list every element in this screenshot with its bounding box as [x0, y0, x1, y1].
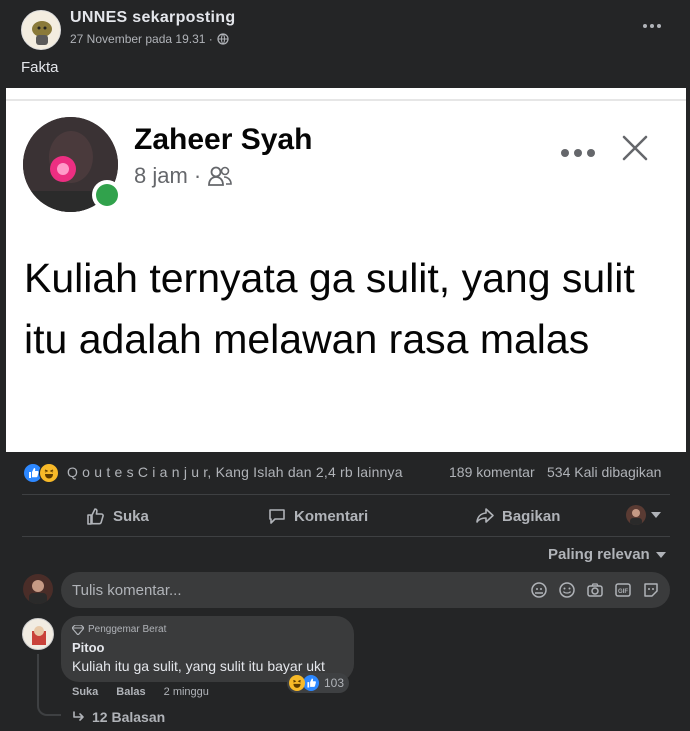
diamond-badge-icon	[72, 624, 84, 635]
comment-label: Komentari	[294, 507, 369, 525]
comment-time[interactable]: 2 minggu	[164, 686, 209, 698]
sticker-icon[interactable]	[642, 581, 660, 599]
emoji-icon[interactable]	[558, 581, 576, 599]
comment-author[interactable]: Pitoo	[72, 640, 105, 655]
post-as-selector[interactable]	[626, 505, 661, 525]
haha-reaction-icon	[39, 463, 59, 483]
post-menu-button[interactable]	[638, 16, 666, 36]
comments-count[interactable]: 189 komentar	[449, 464, 535, 480]
friends-icon	[208, 166, 233, 186]
commenter-avatar[interactable]	[22, 618, 54, 650]
embedded-more-icon	[560, 145, 596, 163]
reply-arrow-icon	[73, 711, 84, 721]
sort-chevron-icon	[655, 551, 666, 558]
embedded-post-text: Kuliah ternyata ga sulit, yang sulit itu…	[24, 255, 635, 362]
top-fan-badge: Penggemar Berat	[72, 624, 166, 635]
comment-reply-link[interactable]: Balas	[116, 686, 145, 698]
view-replies-link[interactable]: 12 Balasan	[72, 709, 165, 725]
comment-like-link[interactable]: Suka	[72, 686, 98, 698]
page-logo-icon	[32, 21, 52, 45]
gif-icon[interactable]: GIF	[614, 581, 632, 599]
sort-label: Paling relevan	[548, 546, 650, 563]
composer-avatar[interactable]	[23, 574, 53, 604]
svg-text:GIF: GIF	[618, 589, 628, 595]
like-button[interactable]: Suka	[86, 504, 149, 528]
page-name[interactable]: UNNES sekarposting	[70, 9, 235, 27]
embedded-close-icon	[622, 135, 648, 166]
avatar-sticker-icon[interactable]	[530, 581, 548, 599]
share-arrow-icon	[476, 508, 494, 523]
replies-count-label: 12 Balasan	[92, 709, 166, 725]
post-caption: Fakta	[21, 59, 59, 76]
comment-sort-dropdown[interactable]: Paling relevan	[548, 546, 666, 563]
actions-top-divider	[22, 494, 670, 495]
camera-icon[interactable]	[586, 581, 604, 599]
actions-bottom-divider	[22, 536, 670, 537]
comment-input[interactable]: Tulis komentar... GIF	[61, 572, 670, 608]
chevron-down-icon	[651, 512, 661, 518]
page-avatar[interactable]	[21, 10, 61, 50]
shares-count[interactable]: 534 Kali dibagikan	[547, 464, 661, 480]
comment-actions: Suka Balas 2 minggu	[72, 686, 209, 698]
embedded-time: 8 jam ·	[134, 163, 202, 188]
reply-thread-line	[37, 654, 61, 716]
badge-label: Penggemar Berat	[88, 624, 167, 635]
comment-haha-icon	[289, 675, 305, 691]
comment-reaction-count: 103	[324, 676, 345, 690]
comment-input-placeholder: Tulis komentar...	[72, 582, 182, 599]
embedded-post-meta: 8 jam ·	[134, 163, 233, 189]
embedded-post-image[interactable]: Zaheer Syah 8 jam · Kuliah ternyata ga s…	[6, 88, 686, 452]
current-user-avatar-small	[626, 505, 646, 525]
embed-top-border	[6, 99, 686, 101]
comment-button[interactable]: Komentari	[267, 504, 368, 528]
thumbs-up-icon	[87, 508, 104, 525]
comment-text: Kuliah itu ga sulit, yang sulit itu baya…	[72, 658, 325, 674]
like-label: Suka	[113, 507, 149, 525]
more-horizontal-icon	[643, 24, 661, 28]
globe-icon	[217, 33, 229, 45]
online-status-dot	[92, 180, 122, 210]
comment-icon	[269, 509, 285, 524]
timestamp-text: 27 November pada 19.31 ·	[70, 32, 213, 46]
reaction-icons[interactable]	[23, 463, 63, 483]
comment-like-icon	[303, 675, 319, 691]
post-timestamp[interactable]: 27 November pada 19.31 ·	[70, 32, 229, 46]
embedded-author-name: Zaheer Syah	[134, 123, 313, 156]
comment-reaction-pill[interactable]: 103	[287, 673, 350, 693]
share-label: Bagikan	[502, 507, 561, 525]
reaction-summary[interactable]: Q o u t e s C i a n j u r, Kang Islah da…	[67, 464, 403, 480]
composer-tools: GIF	[530, 581, 660, 599]
share-button[interactable]: Bagikan	[475, 504, 560, 528]
